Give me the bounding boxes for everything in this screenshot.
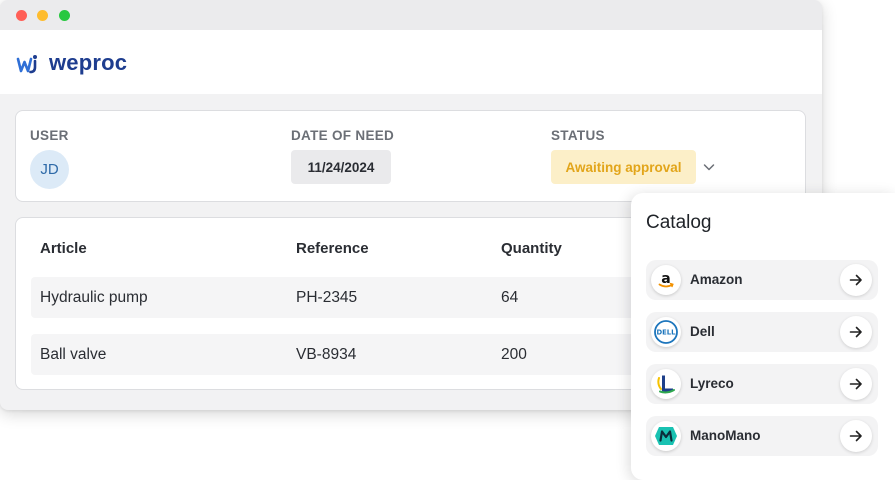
catalog-panel: Catalog a Amazon DELL Dell Lyreco ManoMa… [631, 193, 895, 480]
vendor-item-manomano[interactable]: ManoMano [646, 416, 878, 456]
date-of-need-label: DATE OF NEED [291, 128, 395, 143]
dell-logo-icon: DELL [651, 317, 681, 347]
vendor-item-amazon[interactable]: a Amazon [646, 260, 878, 300]
catalog-title: Catalog [646, 212, 712, 233]
table-row[interactable]: Hydraulic pump PH-2345 64 [31, 277, 731, 318]
vendor-name: Lyreco [690, 376, 734, 391]
svg-text:a: a [661, 271, 670, 287]
date-of-need-value[interactable]: 11/24/2024 [291, 150, 391, 184]
arrow-right-icon[interactable] [840, 420, 872, 452]
status-label: STATUS [551, 128, 605, 143]
lyreco-logo-icon [651, 369, 681, 399]
column-header-article: Article [40, 240, 87, 257]
reference-cell: PH-2345 [296, 289, 358, 306]
svg-text:DELL: DELL [657, 329, 677, 337]
quantity-cell: 64 [501, 289, 519, 306]
article-cell: Hydraulic pump [40, 289, 148, 306]
vendor-item-lyreco[interactable]: Lyreco [646, 364, 878, 404]
manomano-logo-icon [651, 421, 681, 451]
arrow-right-icon[interactable] [840, 316, 872, 348]
column-header-reference: Reference [296, 240, 369, 257]
weproc-logo-icon [16, 55, 37, 74]
request-summary-card: USER JD DATE OF NEED 11/24/2024 STATUS A… [15, 110, 806, 202]
avatar[interactable]: JD [30, 150, 69, 189]
vendor-name: Dell [690, 324, 715, 339]
minimize-window-button[interactable] [37, 10, 48, 21]
window-titlebar [0, 0, 822, 30]
app-header: weproc [0, 30, 822, 94]
vendor-name: Amazon [690, 272, 743, 287]
quantity-cell: 200 [501, 346, 527, 363]
close-window-button[interactable] [16, 10, 27, 21]
vendor-item-dell[interactable]: DELL Dell [646, 312, 878, 352]
chevron-down-icon[interactable] [702, 160, 716, 174]
brand-logo[interactable]: weproc [16, 50, 127, 76]
brand-name: weproc [49, 50, 128, 75]
arrow-right-icon[interactable] [840, 368, 872, 400]
status-badge[interactable]: Awaiting approval [551, 150, 696, 184]
amazon-logo-icon: a [651, 265, 681, 295]
article-cell: Ball valve [40, 346, 107, 363]
table-row[interactable]: Ball valve VB-8934 200 [31, 334, 731, 375]
vendor-name: ManoMano [690, 428, 761, 443]
column-header-quantity: Quantity [501, 240, 562, 257]
reference-cell: VB-8934 [296, 346, 357, 363]
maximize-window-button[interactable] [59, 10, 70, 21]
arrow-right-icon[interactable] [840, 264, 872, 296]
user-label: USER [30, 128, 69, 143]
